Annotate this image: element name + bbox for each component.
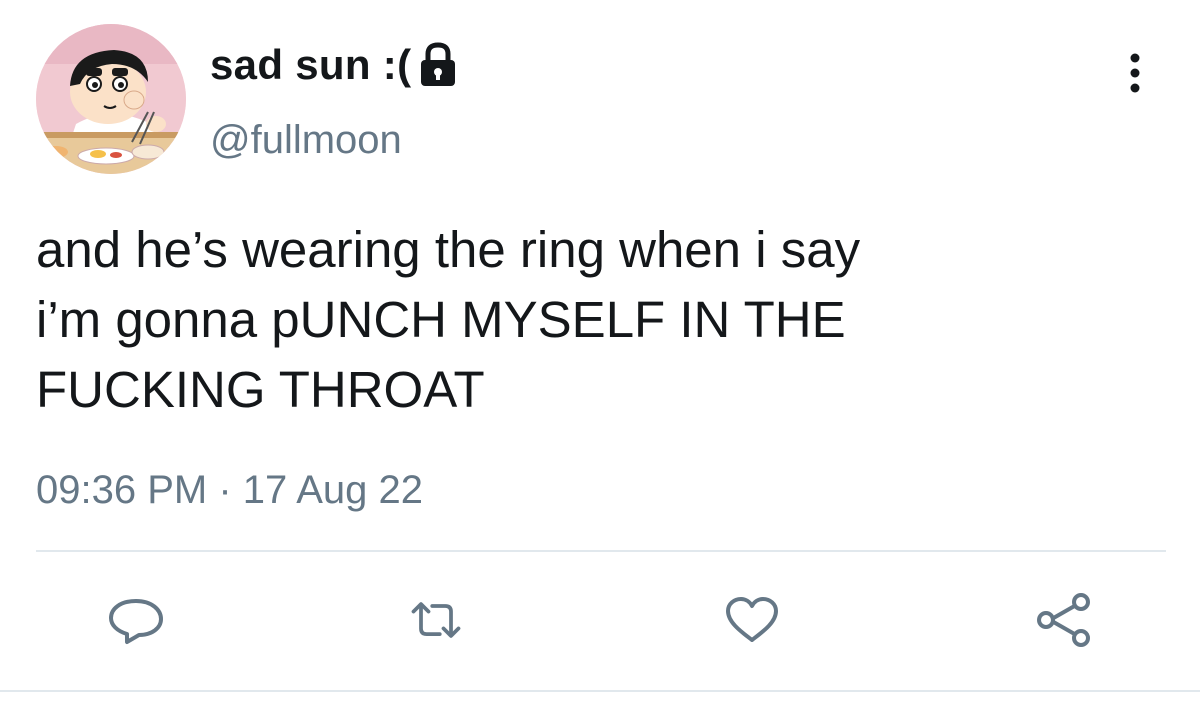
timestamp[interactable]: 09:36 PM · 17 Aug 22: [36, 468, 423, 513]
display-name[interactable]: sad sun :(: [210, 41, 411, 89]
display-name-row: sad sun :(: [210, 40, 459, 90]
share-button[interactable]: [1034, 593, 1094, 647]
share-icon: [1037, 593, 1090, 647]
avatar[interactable]: [36, 24, 186, 174]
tweet-text: and he’s wearing the ring when i say i’m…: [36, 215, 1166, 425]
more-icon[interactable]: [1120, 50, 1150, 96]
tweet-text-line: FUCKING THROAT: [36, 361, 485, 418]
lock-icon: [417, 41, 459, 89]
tweet-time: 09:36 PM: [36, 468, 208, 512]
like-icon: [726, 597, 778, 642]
retweet-icon: [411, 602, 461, 638]
divider: [36, 550, 1166, 552]
tweet-date: 17 Aug 22: [242, 468, 423, 512]
user-handle[interactable]: @fullmoon: [210, 118, 402, 163]
divider: [0, 690, 1200, 692]
reply-icon: [109, 599, 163, 644]
cartoon-avatar-icon: [36, 24, 186, 174]
like-button[interactable]: [722, 595, 782, 645]
tweet-text-line: and he’s wearing the ring when i say: [36, 221, 861, 278]
tweet-text-line: i’m gonna pUNCH MYSELF IN THE: [36, 291, 846, 348]
timestamp-separator: ·: [218, 468, 232, 512]
reply-button[interactable]: [106, 595, 166, 645]
retweet-button[interactable]: [406, 595, 466, 645]
